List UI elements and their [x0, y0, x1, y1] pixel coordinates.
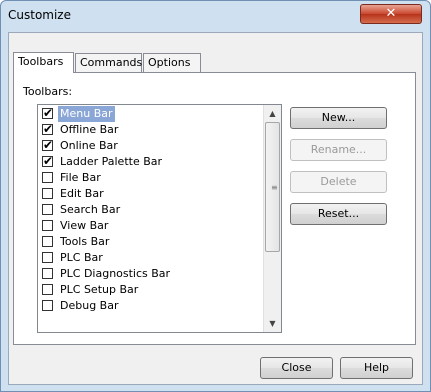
toolbar-item-label: PLC Bar: [60, 251, 103, 264]
window-close-button[interactable]: ✕: [360, 4, 422, 24]
toolbar-list-item[interactable]: ✔ Online Bar: [39, 138, 264, 154]
toolbar-list-item[interactable]: PLC Bar: [39, 250, 264, 266]
scroll-down-icon[interactable]: ▼: [264, 315, 281, 332]
new-button-label: New...: [321, 111, 356, 124]
toolbar-checkbox[interactable]: [42, 172, 53, 183]
scroll-up-icon[interactable]: ▲: [264, 105, 281, 122]
toolbar-checkbox[interactable]: [42, 252, 53, 263]
checkmark-icon: ✔: [43, 122, 54, 136]
tab-toolbars-label: Toolbars: [18, 55, 64, 68]
toolbar-checkbox[interactable]: ✔: [42, 122, 54, 136]
toolbar-list-item[interactable]: Tools Bar: [39, 234, 264, 250]
toolbar-list-item[interactable]: File Bar: [39, 170, 264, 186]
tab-options-label: Options: [148, 56, 191, 69]
reset-button[interactable]: Reset...: [290, 203, 387, 225]
toolbar-checkbox[interactable]: [42, 236, 53, 247]
tab-toolbars[interactable]: Toolbars: [13, 52, 74, 73]
toolbar-checkbox[interactable]: [42, 300, 53, 311]
toolbar-item-label: View Bar: [60, 219, 109, 232]
toolbar-checkbox[interactable]: ✔: [42, 138, 54, 152]
title-bar[interactable]: Customize ✕: [1, 1, 430, 31]
toolbar-list-item[interactable]: Edit Bar: [39, 186, 264, 202]
toolbar-item-label: PLC Diagnostics Bar: [60, 267, 171, 280]
help-button[interactable]: Help: [340, 357, 413, 379]
reset-button-label: Reset...: [317, 207, 360, 220]
checkmark-icon: ✔: [43, 106, 54, 120]
close-button-label: Close: [281, 361, 312, 374]
checkmark-icon: ✔: [43, 154, 54, 168]
toolbar-list-item[interactable]: PLC Diagnostics Bar: [39, 266, 264, 282]
toolbar-item-label: PLC Setup Bar: [60, 283, 139, 296]
toolbar-list-item[interactable]: ✔ Ladder Palette Bar: [39, 154, 264, 170]
toolbars-listbox[interactable]: ✔ Menu Bar ✔ Offline Bar ✔ Online Bar ✔ Ladder …: [37, 104, 282, 333]
delete-button[interactable]: Delete: [290, 171, 387, 193]
toolbars-section-label: Toolbars:: [23, 85, 73, 98]
toolbar-checkbox[interactable]: [42, 204, 53, 215]
grip-icon: ≡: [271, 183, 278, 192]
toolbar-item-label: Menu Bar: [58, 106, 115, 122]
toolbar-item-label: Edit Bar: [60, 187, 104, 200]
checkmark-icon: ✔: [43, 138, 54, 152]
toolbar-list-item[interactable]: Search Bar: [39, 202, 264, 218]
delete-button-label: Delete: [320, 175, 357, 188]
toolbar-list-item[interactable]: Debug Bar: [39, 298, 264, 314]
toolbar-checkbox[interactable]: [42, 188, 53, 199]
rename-button[interactable]: Rename...: [290, 139, 387, 161]
toolbar-item-label: Offline Bar: [60, 123, 119, 136]
toolbar-checkbox[interactable]: ✔: [42, 106, 54, 120]
toolbar-checkbox[interactable]: [42, 268, 53, 279]
toolbar-item-label: Tools Bar: [60, 235, 110, 248]
listbox-scrollbar[interactable]: ▲ ≡ ▼: [263, 105, 281, 332]
tab-commands[interactable]: Commands: [75, 53, 142, 72]
toolbar-item-label: Ladder Palette Bar: [60, 155, 163, 168]
toolbar-item-label: Online Bar: [60, 139, 118, 152]
close-button[interactable]: Close: [260, 357, 333, 379]
scrollbar-thumb[interactable]: ≡: [265, 122, 280, 252]
new-button[interactable]: New...: [290, 107, 387, 129]
toolbar-list-item[interactable]: PLC Setup Bar: [39, 282, 264, 298]
toolbar-item-label: File Bar: [60, 171, 101, 184]
toolbar-checkbox[interactable]: [42, 284, 53, 295]
toolbar-checkbox[interactable]: [42, 220, 53, 231]
help-button-label: Help: [363, 361, 390, 374]
window-title: Customize: [8, 8, 71, 22]
tab-options[interactable]: Options: [143, 53, 201, 72]
toolbar-item-label: Search Bar: [60, 203, 121, 216]
toolbar-list-item[interactable]: ✔ Offline Bar: [39, 122, 264, 138]
close-icon: ✕: [385, 6, 397, 21]
toolbar-item-label: Debug Bar: [60, 299, 119, 312]
tab-commands-label: Commands: [80, 56, 143, 69]
toolbar-checkbox[interactable]: ✔: [42, 154, 54, 168]
toolbar-list-item[interactable]: ✔ Menu Bar: [39, 106, 264, 122]
rename-button-label: Rename...: [310, 143, 367, 156]
toolbar-list-item[interactable]: View Bar: [39, 218, 264, 234]
